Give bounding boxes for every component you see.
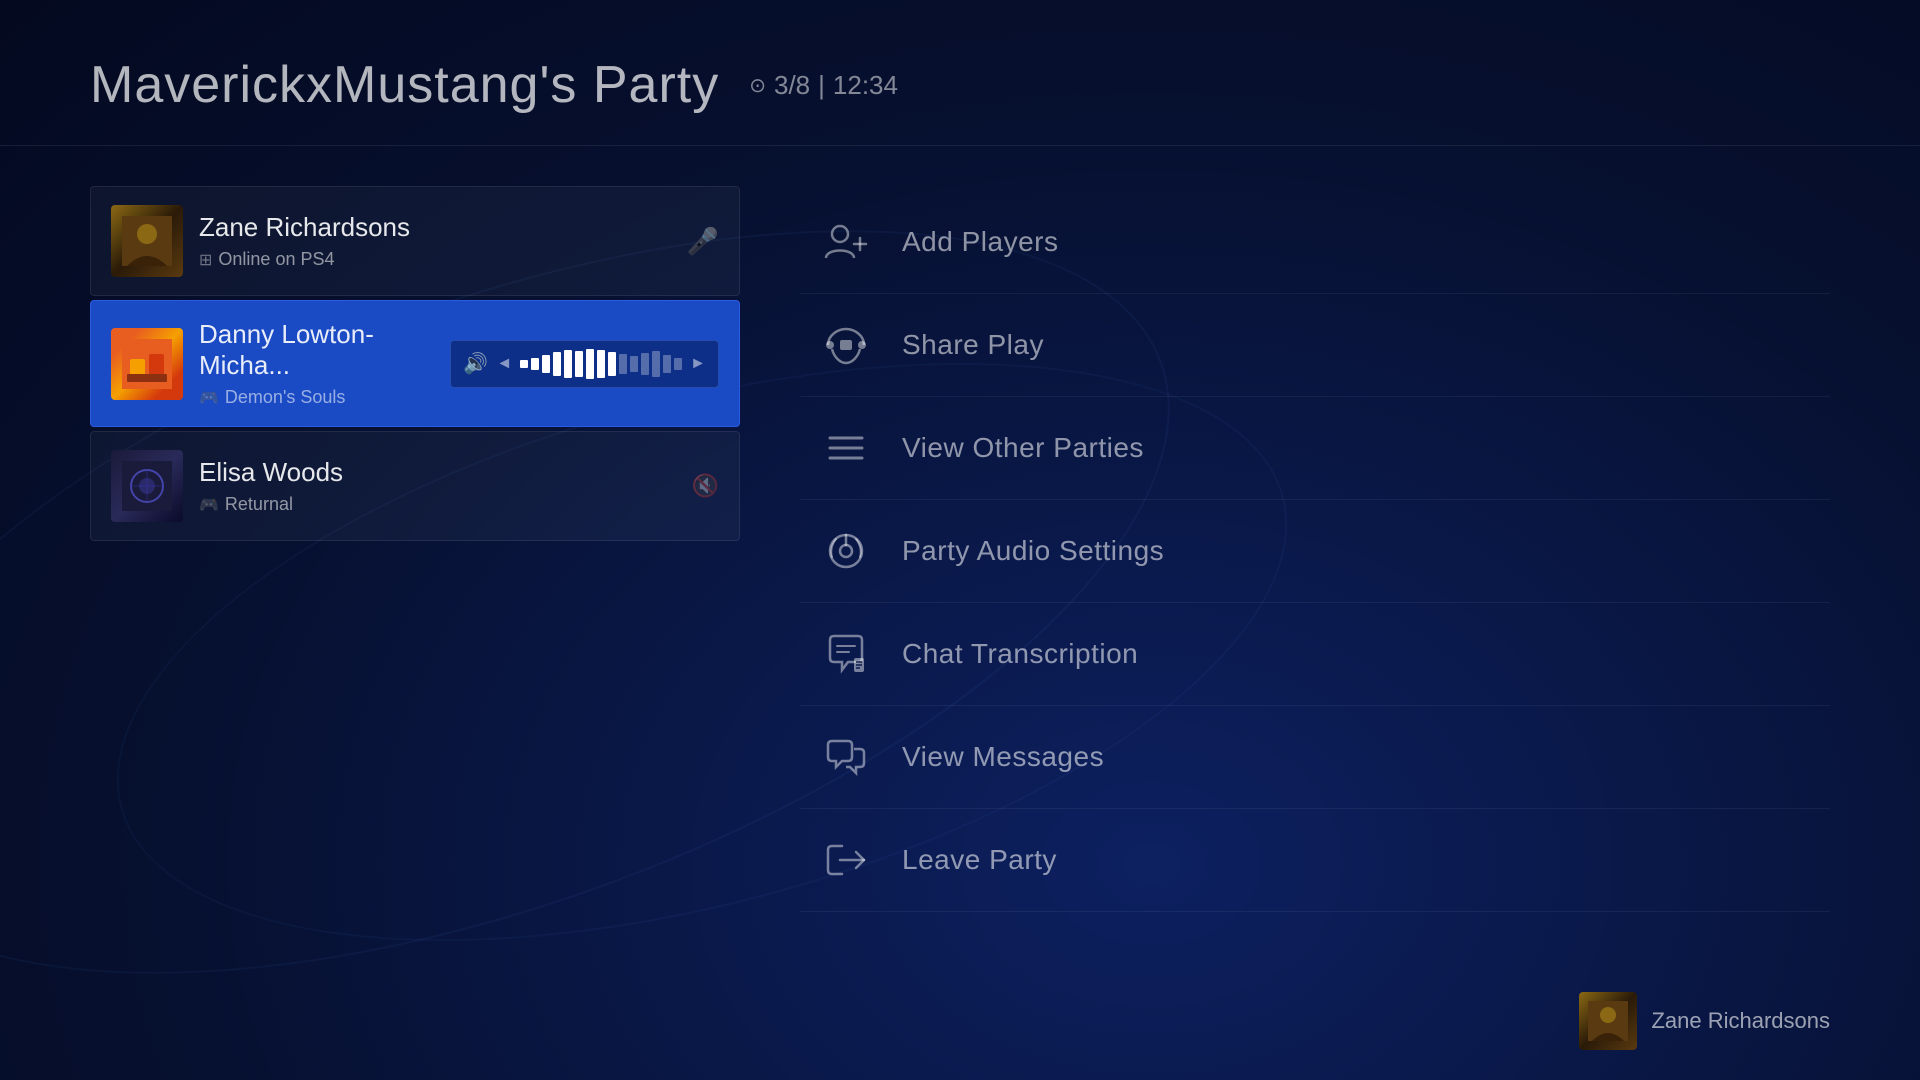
game-icon-danny: 🎮 (199, 388, 219, 408)
volume-bar-container: 🔊 ◄ (450, 340, 719, 388)
avatar-elisa (111, 450, 183, 522)
vol-bar-4 (553, 352, 561, 376)
game-icon-elisa: 🎮 (199, 495, 219, 515)
view-parties-icon (820, 422, 872, 474)
vol-bar-2 (531, 358, 539, 370)
menu-item-add-players[interactable]: Add Players (800, 191, 1830, 294)
member-info-danny: Danny Lowton-Micha... 🎮 Demon's Souls (199, 319, 434, 408)
leave-party-icon (820, 834, 872, 886)
messages-icon (820, 731, 872, 783)
muted-icon-elisa: 🔇 (692, 473, 719, 498)
member-status-elisa: 🎮 Returnal (199, 494, 676, 515)
ps4-icon-zane: ⊞ (199, 250, 212, 270)
member-status-zane: ⊞ Online on PS4 (199, 249, 671, 270)
vol-bar-14 (663, 355, 671, 373)
vol-bar-1 (520, 360, 528, 368)
vol-bar-9 (608, 352, 616, 376)
vol-right-arrow: ► (690, 355, 706, 373)
member-card-danny[interactable]: Danny Lowton-Micha... 🎮 Demon's Souls 🔊 … (90, 300, 740, 427)
menu-panel: Add Players Share Play (800, 186, 1830, 912)
menu-item-view-messages[interactable]: View Messages (800, 706, 1830, 809)
vol-bar-7 (586, 349, 594, 379)
chat-transcription-label: Chat Transcription (902, 638, 1138, 670)
member-status-text-elisa: Returnal (225, 494, 293, 515)
member-card-zane[interactable]: Zane Richardsons ⊞ Online on PS4 🎤 (90, 186, 740, 296)
vol-bar-15 (674, 358, 682, 370)
share-play-icon (820, 319, 872, 371)
party-meta: ⊙ 3/8 | 12:34 (749, 70, 898, 101)
bottom-username: Zane Richardsons (1651, 1008, 1830, 1034)
member-count: 3/8 (774, 70, 810, 101)
menu-item-leave-party[interactable]: Leave Party (800, 809, 1830, 912)
menu-item-party-audio-settings[interactable]: Party Audio Settings (800, 500, 1830, 603)
vol-bar-13 (652, 351, 660, 377)
member-name-zane: Zane Richardsons (199, 212, 671, 243)
party-meta-icon: ⊙ (749, 73, 766, 98)
member-action-elisa: 🔇 (692, 473, 719, 499)
header: MaverickxMustang's Party ⊙ 3/8 | 12:34 (0, 0, 1920, 146)
vol-bar-3 (542, 355, 550, 373)
avatar-zane (111, 205, 183, 277)
add-player-icon (820, 216, 872, 268)
vol-bar-5 (564, 350, 572, 378)
menu-item-view-other-parties[interactable]: View Other Parties (800, 397, 1830, 500)
member-card-elisa[interactable]: Elisa Woods 🎮 Returnal 🔇 (90, 431, 740, 541)
vol-bar-6 (575, 351, 583, 377)
main-area: Zane Richardsons ⊞ Online on PS4 🎤 (0, 156, 1920, 942)
party-title: MaverickxMustang's Party (90, 55, 719, 115)
menu-item-chat-transcription[interactable]: Chat Transcription (800, 603, 1830, 706)
member-action-zane: 🎤 (687, 226, 719, 257)
view-other-parties-label: View Other Parties (902, 432, 1144, 464)
member-status-text-danny: Demon's Souls (225, 387, 346, 408)
volume-bars (520, 349, 682, 379)
member-action-danny: 🔊 ◄ (450, 340, 719, 388)
menu-item-share-play[interactable]: Share Play (800, 294, 1830, 397)
share-play-label: Share Play (902, 329, 1044, 361)
member-name-danny: Danny Lowton-Micha... (199, 319, 434, 381)
bottom-avatar (1579, 992, 1637, 1050)
member-status-danny: 🎮 Demon's Souls (199, 387, 434, 408)
volume-icon: 🔊 (463, 351, 488, 376)
view-messages-label: View Messages (902, 741, 1104, 773)
member-info-elisa: Elisa Woods 🎮 Returnal (199, 457, 676, 515)
add-players-label: Add Players (902, 226, 1058, 258)
avatar-danny (111, 328, 183, 400)
members-panel: Zane Richardsons ⊞ Online on PS4 🎤 (90, 186, 740, 912)
member-info-zane: Zane Richardsons ⊞ Online on PS4 (199, 212, 671, 270)
party-time: 12:34 (833, 70, 898, 101)
separator: | (818, 70, 825, 101)
chat-transcription-icon (820, 628, 872, 680)
leave-party-label: Leave Party (902, 844, 1057, 876)
vol-left-arrow: ◄ (496, 355, 512, 373)
party-audio-settings-label: Party Audio Settings (902, 535, 1164, 567)
member-name-elisa: Elisa Woods (199, 457, 676, 488)
vol-bar-12 (641, 353, 649, 375)
vol-bar-11 (630, 356, 638, 372)
vol-bar-8 (597, 350, 605, 378)
mic-icon-zane: 🎤 (687, 226, 719, 256)
bottom-user: Zane Richardsons (1579, 992, 1830, 1050)
member-status-text-zane: Online on PS4 (218, 249, 334, 270)
audio-settings-icon (820, 525, 872, 577)
main-content: MaverickxMustang's Party ⊙ 3/8 | 12:34 (0, 0, 1920, 1080)
vol-bar-10 (619, 354, 627, 374)
